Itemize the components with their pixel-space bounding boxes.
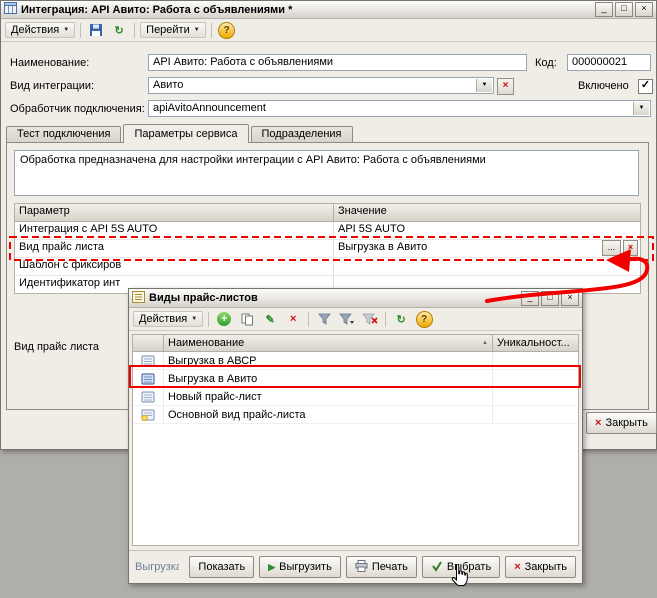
- tab-connection-test[interactable]: Тест подключения: [6, 126, 121, 142]
- toolbar-separator: [211, 23, 212, 38]
- chevron-down-icon: ▼: [63, 27, 69, 33]
- price-list-window: Виды прайс-листов _ □ × Действия ▼ + ✎ ×…: [128, 288, 583, 584]
- item-icon: [133, 388, 164, 406]
- column-header-value[interactable]: Значение: [334, 204, 640, 222]
- tab-departments[interactable]: Подразделения: [251, 126, 353, 142]
- goto-menu[interactable]: Перейти ▼: [140, 22, 206, 38]
- main-toolbar: Действия ▼ ↻ Перейти ▼ ?: [1, 19, 656, 42]
- enabled-checkbox[interactable]: ✓: [638, 79, 653, 94]
- copy-icon[interactable]: [237, 310, 257, 329]
- close-icon[interactable]: ×: [561, 291, 579, 306]
- price-list-header: Наименование ▲ Уникальност...: [133, 335, 578, 352]
- table-row-selected[interactable]: Вид прайс листа Выгрузка в Авито ... ×: [15, 240, 640, 258]
- code-label: Код:: [535, 57, 557, 69]
- screen: Интеграция: API Авито: Работа с объявлен…: [0, 0, 657, 598]
- name-label: Наименование:: [10, 57, 89, 69]
- sort-icon[interactable]: ▲: [482, 340, 488, 346]
- list-item[interactable]: Новый прайс-лист: [133, 388, 578, 406]
- popup-titlebar[interactable]: Виды прайс-листов _ □ ×: [129, 289, 582, 308]
- popup-toolbar: Действия ▼ + ✎ × ↻ ?: [129, 308, 582, 331]
- item-icon: [133, 370, 164, 388]
- clear-filter-icon[interactable]: [360, 310, 380, 329]
- chevron-down-icon: ▼: [194, 27, 200, 33]
- dropdown-icon[interactable]: ▼: [633, 102, 649, 115]
- list-window-icon: [132, 291, 145, 306]
- list-item[interactable]: Основной вид прайс-листа: [133, 406, 578, 424]
- close-icon: ×: [514, 561, 520, 573]
- actions-menu[interactable]: Действия ▼: [133, 311, 203, 327]
- item-icon-default: [133, 406, 164, 424]
- help-icon[interactable]: ?: [414, 310, 434, 329]
- handler-input[interactable]: apiAvitoAnnouncement ▼: [148, 100, 651, 117]
- dropdown-icon[interactable]: ▼: [476, 79, 492, 92]
- list-item[interactable]: Выгрузка в АВСР: [133, 352, 578, 370]
- handler-label: Обработчик подключения:: [10, 103, 145, 115]
- toolbar-separator: [385, 312, 386, 327]
- selected-param-label: Вид прайс листа: [14, 341, 99, 353]
- enabled-label: Включено: [578, 80, 629, 92]
- refresh-icon[interactable]: ↻: [109, 21, 129, 40]
- chevron-down-icon: ▼: [191, 316, 197, 322]
- list-item-selected[interactable]: Выгрузка в Авито: [133, 370, 578, 388]
- choose-icon: [431, 560, 443, 575]
- popup-footer: Выгрузка в ... Показать ▶ Выгрузить Печа…: [129, 550, 582, 583]
- table-row[interactable]: Шаблон с фиксиров: [15, 258, 640, 276]
- help-icon[interactable]: ?: [217, 21, 237, 40]
- clear-field-button[interactable]: ×: [497, 78, 514, 95]
- edit-icon[interactable]: ✎: [260, 310, 280, 329]
- main-close-button[interactable]: × Закрыть: [586, 412, 657, 434]
- minimize-icon[interactable]: _: [521, 291, 539, 306]
- toolbar-separator: [80, 23, 81, 38]
- maximize-icon[interactable]: □: [615, 2, 633, 17]
- popup-close-button[interactable]: × Закрыть: [505, 556, 576, 578]
- maximize-icon[interactable]: □: [541, 291, 559, 306]
- delete-icon[interactable]: ×: [283, 310, 303, 329]
- save-icon[interactable]: [86, 21, 106, 40]
- minimize-icon[interactable]: _: [595, 2, 613, 17]
- params-table-header: Параметр Значение: [15, 204, 640, 222]
- tab-service-params[interactable]: Параметры сервиса: [123, 124, 248, 143]
- integration-type-label: Вид интеграции:: [10, 80, 94, 92]
- filter-icon[interactable]: [314, 310, 334, 329]
- printer-icon: [355, 560, 368, 575]
- toolbar-separator: [308, 312, 309, 327]
- column-header-uniqueness[interactable]: Уникальност...: [493, 335, 578, 352]
- window-title: Интеграция: API Авито: Работа с объявлен…: [21, 4, 591, 16]
- close-icon[interactable]: ×: [635, 2, 653, 17]
- add-icon[interactable]: +: [214, 310, 234, 329]
- description-box: Обработка предназначена для настройки ин…: [14, 150, 639, 196]
- column-header-param[interactable]: Параметр: [15, 204, 334, 222]
- filter-by-value-icon[interactable]: [337, 310, 357, 329]
- toolbar-separator: [134, 23, 135, 38]
- item-icon: [133, 352, 164, 370]
- tab-strip: Тест подключения Параметры сервиса Подра…: [6, 124, 355, 143]
- popup-title: Виды прайс-листов: [149, 292, 517, 304]
- code-input[interactable]: 000000021: [567, 54, 651, 71]
- main-titlebar[interactable]: Интеграция: API Авито: Работа с объявлен…: [1, 1, 656, 19]
- toolbar-separator: [208, 312, 209, 327]
- show-button[interactable]: Показать: [189, 556, 254, 578]
- close-icon: ×: [595, 417, 601, 429]
- params-table: Параметр Значение Интеграция с API 5S AU…: [14, 203, 641, 294]
- actions-menu[interactable]: Действия ▼: [5, 22, 75, 38]
- column-header-name[interactable]: Наименование ▲: [164, 335, 493, 352]
- status-text: Выгрузка в ...: [135, 561, 179, 573]
- choose-value-button[interactable]: ...: [602, 240, 621, 256]
- refresh-icon[interactable]: ↻: [391, 310, 411, 329]
- clear-value-button[interactable]: ×: [623, 240, 638, 256]
- export-button[interactable]: ▶ Выгрузить: [259, 556, 341, 578]
- window-icon: [4, 2, 17, 17]
- print-button[interactable]: Печать: [346, 556, 417, 578]
- price-list-table: Наименование ▲ Уникальност... Выгрузка в…: [132, 334, 579, 546]
- name-input[interactable]: API Авито: Работа с объявлениями: [148, 54, 527, 71]
- select-button[interactable]: Выбрать: [422, 556, 500, 578]
- column-header-icon[interactable]: [133, 335, 164, 352]
- integration-type-input[interactable]: Авито ▼: [148, 77, 494, 94]
- play-icon: ▶: [268, 562, 275, 573]
- table-row[interactable]: Интеграция с API 5S AUTO API 5S AUTO: [15, 222, 640, 240]
